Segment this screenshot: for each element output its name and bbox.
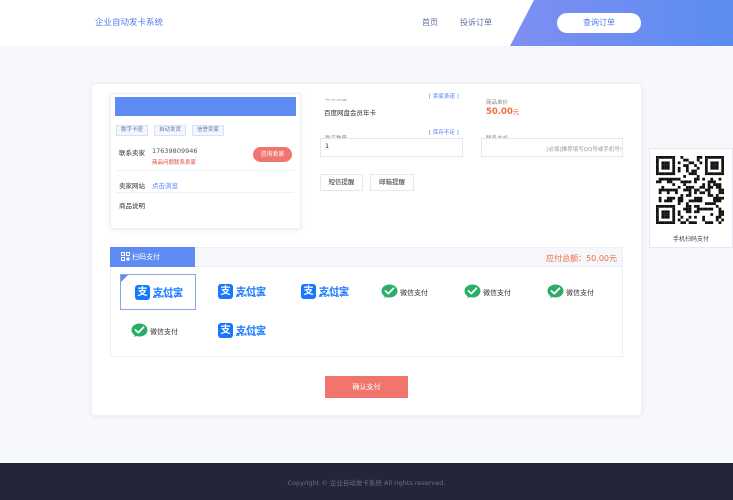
divider	[116, 192, 294, 193]
seller-banner	[115, 97, 296, 116]
price-unit: 元	[512, 108, 520, 116]
seller-commit-link[interactable]: [ 卖家承诺 ]	[429, 92, 459, 100]
quantity-input[interactable]: 1	[320, 138, 463, 157]
pay-method-wechat[interactable]: 微信支付	[370, 274, 446, 310]
alipay-sub: ALIPAY	[153, 295, 179, 300]
contact-placeholder: [必填]推荐填写QQ号或手机号!	[546, 147, 622, 153]
unit-price: 50.00元	[486, 106, 519, 117]
wechat-name: 微信支付	[400, 289, 428, 297]
wechat-icon	[464, 284, 481, 298]
pay-method-alipay[interactable]: 支支付宝 ALIPAY	[287, 274, 363, 310]
divider	[116, 170, 294, 171]
total-label: 应付总额：	[546, 254, 587, 263]
total-amount: 应付总额：50.00元	[480, 253, 617, 264]
email-remind-button[interactable]: 邮箱提醒	[370, 174, 414, 191]
unit-price-label: 商品单价	[486, 100, 509, 106]
confirm-pay-button[interactable]: 确认支付	[325, 376, 408, 398]
site-brand[interactable]: 企业自动发卡系统	[95, 16, 163, 28]
seller-site-link[interactable]: 点击浏览	[152, 180, 178, 190]
alipay-icon: 支	[301, 284, 316, 299]
alipay-icon: 支	[218, 323, 233, 338]
pay-method-wechat[interactable]: 微信支付	[536, 274, 612, 310]
sms-remind-button[interactable]: 短信提醒	[320, 174, 363, 191]
contact-seller-label: 联系卖家	[119, 149, 145, 157]
stock-tip: [ 库存不足 ]	[429, 130, 459, 136]
seller-phone: 17639809946	[152, 147, 198, 155]
alipay-sub: ALIPAY	[236, 294, 262, 299]
pay-method-alipay[interactable]: 支支付宝 ALIPAY	[120, 274, 196, 310]
query-order-button[interactable]: 查询订单	[557, 13, 641, 33]
wechat-name: 微信支付	[483, 289, 511, 297]
wechat-icon	[381, 284, 398, 298]
pay-method-wechat[interactable]: 微信支付	[453, 274, 529, 310]
pay-method-alipay[interactable]: 支支付宝 ALIPAY	[204, 313, 280, 349]
tag-digital-card: 数字卡密	[116, 125, 149, 136]
pay-method-alipay[interactable]: 支支付宝 ALIPAY	[204, 274, 280, 310]
alipay-sub: ALIPAY	[236, 333, 262, 338]
total-value: 50.00元	[586, 254, 617, 263]
ask-seller-button[interactable]: 咨询卖家	[253, 147, 292, 162]
unit-price-value: 50.00	[486, 107, 513, 117]
seller-site-label: 卖家网站	[119, 182, 145, 190]
selected-corner	[121, 275, 128, 282]
alipay-icon: 支	[135, 285, 150, 300]
product-desc-label: 商品说明	[119, 202, 145, 210]
qrcode-icon	[121, 252, 130, 261]
tag-auto-delivery: 自动发货	[154, 125, 187, 136]
wechat-name: 微信支付	[566, 289, 594, 297]
wechat-name: 微信支付	[150, 328, 178, 336]
wechat-icon	[131, 323, 148, 337]
alipay-sub: ALIPAY	[319, 294, 345, 299]
product-name-value: 百度网盘会员年卡	[320, 101, 463, 125]
top-header: 企业自动发卡系统 首页 投诉订单 查询订单	[0, 0, 733, 46]
nav-home-link[interactable]: 首页	[422, 17, 438, 28]
qr-caption: 手机扫码支付	[672, 236, 709, 243]
alipay-icon: 支	[218, 284, 233, 299]
seller-note: 商品问题联系卖家	[152, 160, 197, 166]
nav-complain-link[interactable]: 投诉订单	[460, 17, 492, 28]
payment-qrcode	[656, 156, 724, 224]
copyright-text: Copyright © 企业自动发卡系统 All rights reserved…	[287, 479, 446, 487]
pay-method-wechat[interactable]: 微信支付	[120, 313, 196, 349]
tag-trusted-seller: 信誉卖家	[192, 125, 225, 136]
wechat-icon	[547, 284, 564, 298]
